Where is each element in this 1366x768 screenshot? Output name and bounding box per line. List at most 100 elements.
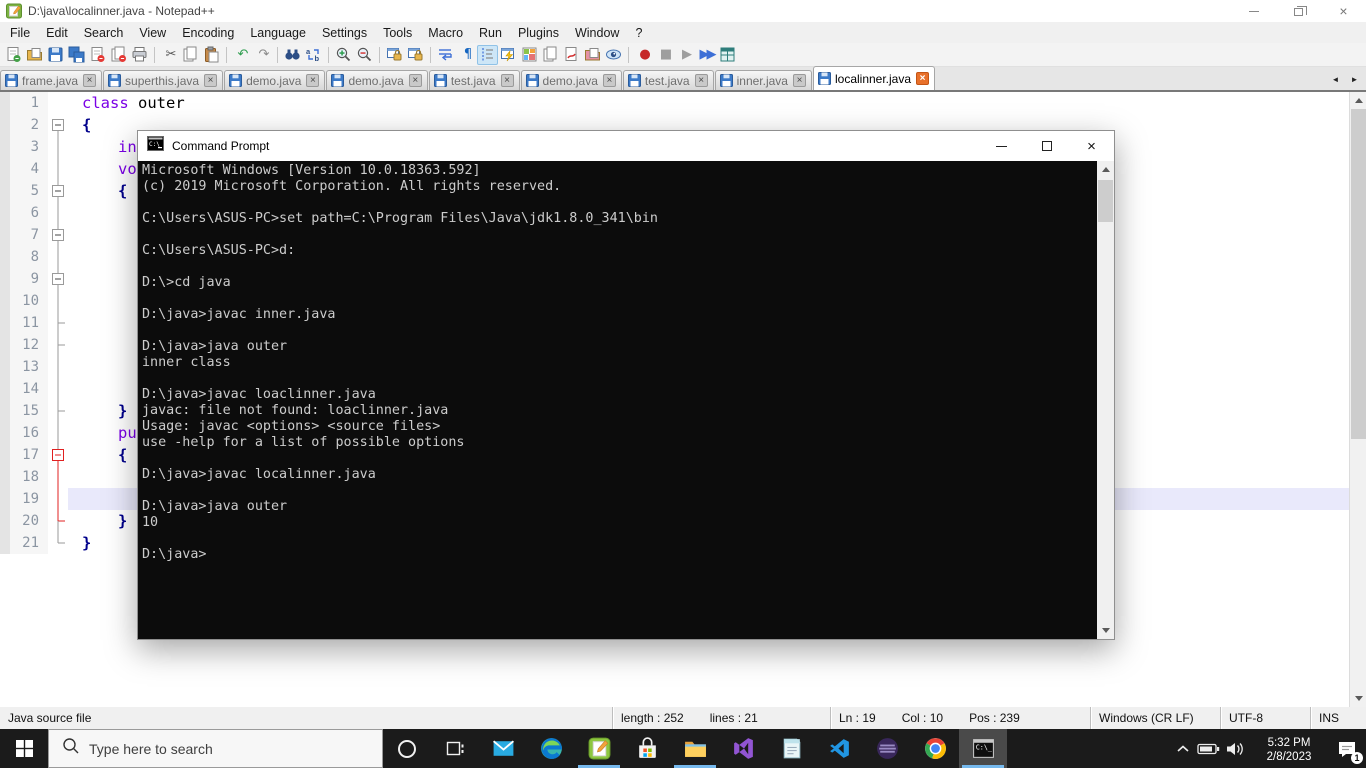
menu-item-macro[interactable]: Macro <box>420 24 471 42</box>
tab-scroll-left-button[interactable]: ◄ <box>1328 71 1343 88</box>
copy-icon[interactable] <box>180 45 201 65</box>
taskbar-app-edge[interactable] <box>527 729 575 768</box>
cmd-scrollbar-thumb[interactable] <box>1098 180 1113 222</box>
taskbar-app-mail[interactable] <box>479 729 527 768</box>
fold-margin[interactable] <box>48 224 68 246</box>
close-button[interactable]: × <box>1321 0 1366 22</box>
action-center-button[interactable]: 1 <box>1328 729 1366 768</box>
folder-workspace-icon[interactable] <box>582 45 603 65</box>
cut-icon[interactable]: ✂ <box>159 45 180 65</box>
redo-icon[interactable]: ↷ <box>252 45 273 65</box>
code-text[interactable]: class outer <box>68 92 1349 114</box>
tab-close-icon[interactable]: × <box>500 74 514 87</box>
taskbar-app-chrome[interactable] <box>911 729 959 768</box>
bookmark-margin[interactable] <box>0 268 10 290</box>
tab-demo.java[interactable]: demo.java × <box>520 70 622 90</box>
cmd-scroll-up-icon[interactable] <box>1097 161 1114 178</box>
fold-margin[interactable] <box>48 334 68 356</box>
sync-vertical-icon[interactable] <box>384 45 405 65</box>
cmd-title-bar[interactable]: C:\ Command Prompt × <box>138 131 1114 161</box>
battery-icon[interactable] <box>1196 729 1222 768</box>
open-folder-icon[interactable] <box>24 45 45 65</box>
tab-inner.java[interactable]: inner.java × <box>714 70 812 90</box>
tab-test.java[interactable]: test.java × <box>428 70 520 90</box>
bookmark-margin[interactable] <box>0 114 10 136</box>
cmd-maximize-button[interactable] <box>1024 131 1069 161</box>
tab-close-icon[interactable]: × <box>916 72 930 85</box>
macro-record-icon[interactable]: ● <box>633 45 654 65</box>
taskbar-app-notepad[interactable] <box>767 729 815 768</box>
bookmark-margin[interactable] <box>0 510 10 532</box>
bookmark-margin[interactable] <box>0 400 10 422</box>
tab-frame.java[interactable]: frame.java × <box>0 70 103 90</box>
cortana-button[interactable] <box>383 729 431 768</box>
show-all-chars-icon[interactable]: ¶ <box>456 45 477 65</box>
taskbar-search-input[interactable]: Type here to search <box>48 729 383 768</box>
view-eye-icon[interactable] <box>603 45 624 65</box>
close-icon[interactable] <box>87 45 108 65</box>
bookmark-margin[interactable] <box>0 422 10 444</box>
fold-margin[interactable] <box>48 290 68 312</box>
menu-item-settings[interactable]: Settings <box>314 24 375 42</box>
tab-close-icon[interactable]: × <box>408 74 422 87</box>
menu-item-search[interactable]: Search <box>76 24 132 42</box>
taskbar-app-cmd[interactable]: C:\_ <box>959 729 1007 768</box>
tab-close-icon[interactable]: × <box>694 74 708 87</box>
cmd-minimize-button[interactable] <box>979 131 1024 161</box>
fold-margin[interactable] <box>48 422 68 444</box>
bookmark-margin[interactable] <box>0 158 10 180</box>
fold-margin[interactable] <box>48 268 68 290</box>
tab-test.java[interactable]: test.java × <box>622 70 714 90</box>
taskbar-app-microsoft-store[interactable] <box>623 729 671 768</box>
taskbar-app-vscode[interactable] <box>815 729 863 768</box>
cmd-vertical-scrollbar[interactable] <box>1097 161 1114 639</box>
fold-margin[interactable] <box>48 158 68 180</box>
cmd-scroll-down-icon[interactable] <box>1097 622 1114 639</box>
save-icon[interactable] <box>45 45 66 65</box>
volume-icon[interactable] <box>1222 729 1250 768</box>
menu-item-language[interactable]: Language <box>242 24 314 42</box>
bookmark-margin[interactable] <box>0 312 10 334</box>
sync-horizontal-icon[interactable] <box>405 45 426 65</box>
fold-margin[interactable] <box>48 356 68 378</box>
fold-margin[interactable] <box>48 180 68 202</box>
paste-icon[interactable] <box>201 45 222 65</box>
menu-item-file[interactable]: File <box>2 24 38 42</box>
fold-margin[interactable] <box>48 246 68 268</box>
scroll-up-icon[interactable] <box>1350 92 1366 109</box>
fold-margin[interactable] <box>48 466 68 488</box>
fold-margin[interactable] <box>48 378 68 400</box>
tab-close-icon[interactable]: × <box>306 74 320 87</box>
bookmark-margin[interactable] <box>0 334 10 356</box>
task-view-button[interactable] <box>431 729 479 768</box>
bookmark-margin[interactable] <box>0 136 10 158</box>
tab-close-icon[interactable]: × <box>83 74 97 87</box>
taskbar-app-notepad-plus-plus[interactable] <box>575 729 623 768</box>
bookmark-margin[interactable] <box>0 246 10 268</box>
menu-item-tools[interactable]: Tools <box>375 24 420 42</box>
menu-item-view[interactable]: View <box>131 24 174 42</box>
fold-margin[interactable] <box>48 444 68 466</box>
tab-demo.java[interactable]: demo.java × <box>224 70 326 90</box>
cmd-console[interactable]: Microsoft Windows [Version 10.0.18363.59… <box>138 161 1114 639</box>
menu-item-plugins[interactable]: Plugins <box>510 24 567 42</box>
tab-demo.java[interactable]: demo.java × <box>326 70 428 90</box>
find-icon[interactable] <box>282 45 303 65</box>
menu-item-encoding[interactable]: Encoding <box>174 24 242 42</box>
tab-superthis.java[interactable]: superthis.java × <box>103 70 224 90</box>
bookmark-margin[interactable] <box>0 532 10 554</box>
tray-chevron-up-icon[interactable] <box>1170 729 1196 768</box>
taskbar-app-eclipse[interactable] <box>863 729 911 768</box>
bookmark-margin[interactable] <box>0 488 10 510</box>
cmd-close-button[interactable]: × <box>1069 131 1114 161</box>
tab-close-icon[interactable]: × <box>792 74 806 87</box>
replace-icon[interactable]: ab <box>303 45 324 65</box>
menu-item-window[interactable]: Window <box>567 24 627 42</box>
bookmark-margin[interactable] <box>0 356 10 378</box>
save-all-icon[interactable] <box>66 45 87 65</box>
bookmark-margin[interactable] <box>0 378 10 400</box>
clock[interactable]: 5:32 PM 2/8/2023 <box>1250 729 1328 768</box>
tab-close-icon[interactable]: × <box>602 74 616 87</box>
macro-stop-icon[interactable]: ■ <box>654 45 675 65</box>
fold-margin[interactable] <box>48 510 68 532</box>
